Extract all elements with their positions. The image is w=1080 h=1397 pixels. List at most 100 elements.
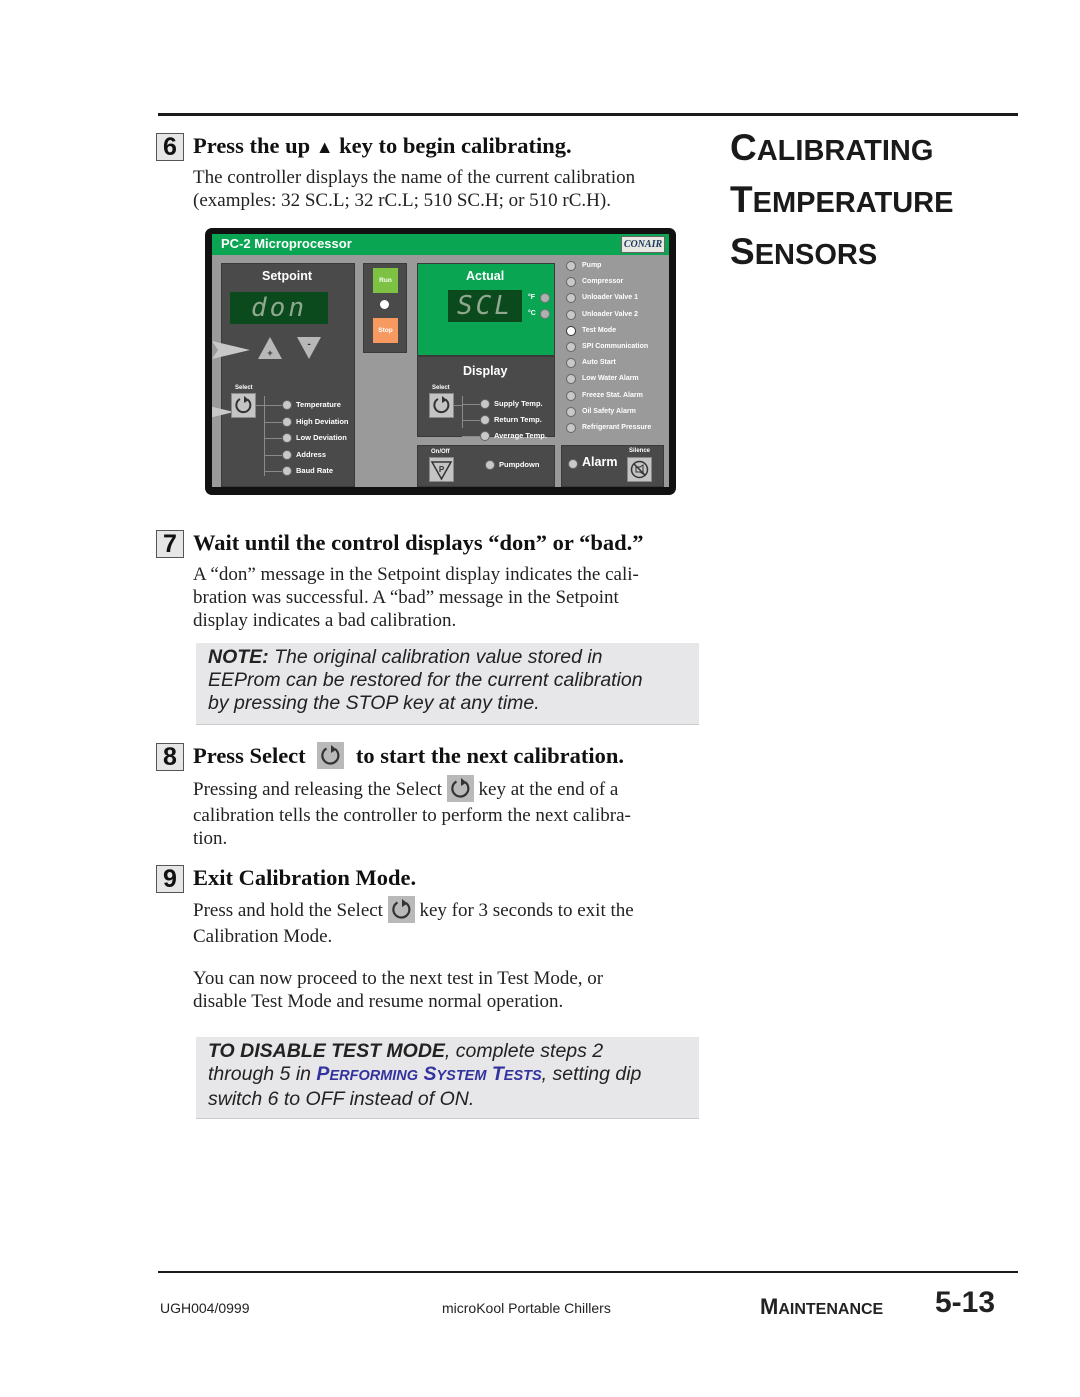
display-option-label: Supply Temp. [494, 399, 543, 408]
run-stop-section: Run Stop [363, 263, 407, 353]
pumpdown-label: Pumpdown [499, 460, 540, 469]
pump-triangle-icon: P [430, 461, 453, 481]
display-option-label: Return Temp. [494, 415, 542, 424]
status-led [566, 423, 576, 433]
setpoint-section: Setpoint don + - Select Temperature High … [212, 263, 355, 487]
footer-section: MAINTENANCE [760, 1294, 884, 1319]
step-6-number: 6 [156, 133, 184, 161]
run-status-led [380, 300, 389, 309]
setpoint-option-led [282, 449, 292, 460]
unit-c-label: °C [528, 310, 536, 317]
unit-c-led [540, 309, 550, 319]
up-arrow-icon: ▲ [315, 137, 334, 157]
step-8-number: 8 [156, 743, 184, 771]
setpoint-select-label: Select [235, 385, 253, 391]
pumpdown-led [485, 460, 495, 470]
display-select-label: Select [432, 385, 450, 391]
stop-button[interactable]: Stop [373, 318, 398, 343]
setpoint-display: don [230, 292, 328, 324]
status-label: SPI Communication [582, 343, 649, 350]
setpoint-select-button[interactable] [231, 393, 256, 418]
status-led [566, 309, 576, 320]
step-9-number: 9 [156, 865, 184, 893]
cycle-icon [235, 396, 252, 414]
status-label: Pump [582, 262, 602, 269]
display-option-led [480, 431, 490, 441]
unit-f-led [540, 293, 550, 303]
unit-f-label: °F [528, 294, 536, 301]
conair-logo: CONAIR [621, 236, 665, 253]
status-label: Freeze Stat. Alarm [582, 391, 643, 399]
silence-horn-icon [630, 460, 649, 479]
status-label: Test Mode [582, 326, 617, 334]
cycle-icon [433, 396, 450, 414]
section-title: CALIBRATING TEMPERATURE SENSORS [730, 127, 954, 272]
status-label: Auto Start [582, 359, 616, 367]
option-tree [264, 396, 265, 476]
select-key-icon [387, 896, 415, 923]
step-6-body: The controller displays the name of the … [193, 167, 636, 211]
setpoint-option-led [282, 433, 292, 443]
actual-display: SCL [448, 290, 522, 322]
setpoint-option-label: High Deviation [296, 416, 349, 426]
status-led [566, 293, 576, 304]
setpoint-option-label: Address [296, 449, 327, 459]
setpoint-option-led [282, 466, 292, 476]
status-led [566, 277, 576, 288]
svg-text:+: + [267, 348, 272, 358]
status-label: Unloader Valve 1 [582, 294, 639, 302]
step-6-title: Press the up ▲ key to begin calibrating. [193, 133, 572, 158]
svg-text:-: - [307, 339, 310, 350]
status-label: Oil Safety Alarm [582, 407, 636, 415]
step-9-body: Press and hold the Select key for 3 seco… [193, 896, 634, 948]
alarm-label: Alarm [582, 455, 618, 469]
performing-system-tests-link[interactable]: PERFORMING SYSTEM TESTS [316, 1063, 541, 1085]
setpoint-option-label: Baud Rate [296, 466, 334, 475]
status-led [566, 358, 576, 369]
status-led [566, 390, 576, 401]
select-key-icon [446, 775, 474, 802]
step-7-number: 7 [156, 530, 184, 558]
footer-product: microKool Portable Chillers [442, 1300, 611, 1316]
silence-label: Silence [629, 448, 651, 454]
display-section: Display Select Supply Temp. Return Temp. A… [417, 356, 555, 441]
display-option-led [480, 399, 490, 409]
controller-panel: PC-2 Microprocessor CONAIR Setpoint don … [205, 228, 676, 495]
down-minus-button[interactable]: - [296, 336, 322, 360]
footer-doc-code: UGH004/0999 [160, 1300, 250, 1316]
status-label: Unloader Valve 2 [582, 310, 639, 318]
status-led [566, 325, 576, 336]
display-select-button[interactable] [429, 393, 454, 418]
setpoint-label: Setpoint [262, 269, 312, 283]
status-led [566, 342, 576, 352]
step-9-title: Exit Calibration Mode. [193, 865, 417, 890]
status-led [566, 374, 576, 385]
display-option-led [480, 415, 490, 425]
onoff-label: On/Off [431, 449, 450, 455]
step-8-title: Press Select to start the next calibrati… [193, 742, 624, 770]
run-button[interactable]: Run [373, 268, 398, 293]
step-7-body: A “don” message in the Setpoint display … [193, 564, 639, 631]
pump-onoff-button[interactable]: P [429, 457, 454, 482]
select-key-icon [317, 742, 345, 770]
alarm-section: Alarm Silence [561, 445, 664, 487]
step-9-para2: You can now proceed to the next test in … [193, 968, 604, 1012]
display-label: Display [463, 364, 508, 378]
status-led [566, 406, 576, 417]
pump-section: On/Off P Pumpdown [417, 445, 555, 487]
svg-text:P: P [439, 465, 445, 474]
page-number: 5-13 [935, 1286, 996, 1319]
silence-button[interactable] [627, 457, 652, 482]
up-plus-button[interactable]: + [257, 336, 283, 360]
setpoint-option-led [282, 416, 292, 427]
status-label: Refrigerant Pressure [582, 424, 652, 431]
title-initial: C [730, 127, 757, 168]
display-option-label: Average Temp. [494, 431, 547, 440]
bottom-rule [158, 1271, 1018, 1273]
stop-key-note: NOTE: The original calibration value sto… [196, 643, 699, 725]
status-label: Compressor [582, 278, 624, 286]
actual-label: Actual [466, 269, 505, 283]
step-7-title: Wait until the control displays “don” or… [193, 530, 644, 555]
disable-test-mode-note: TO DISABLE TEST MODE, complete steps 2 t… [196, 1037, 699, 1119]
top-rule [158, 113, 1018, 116]
